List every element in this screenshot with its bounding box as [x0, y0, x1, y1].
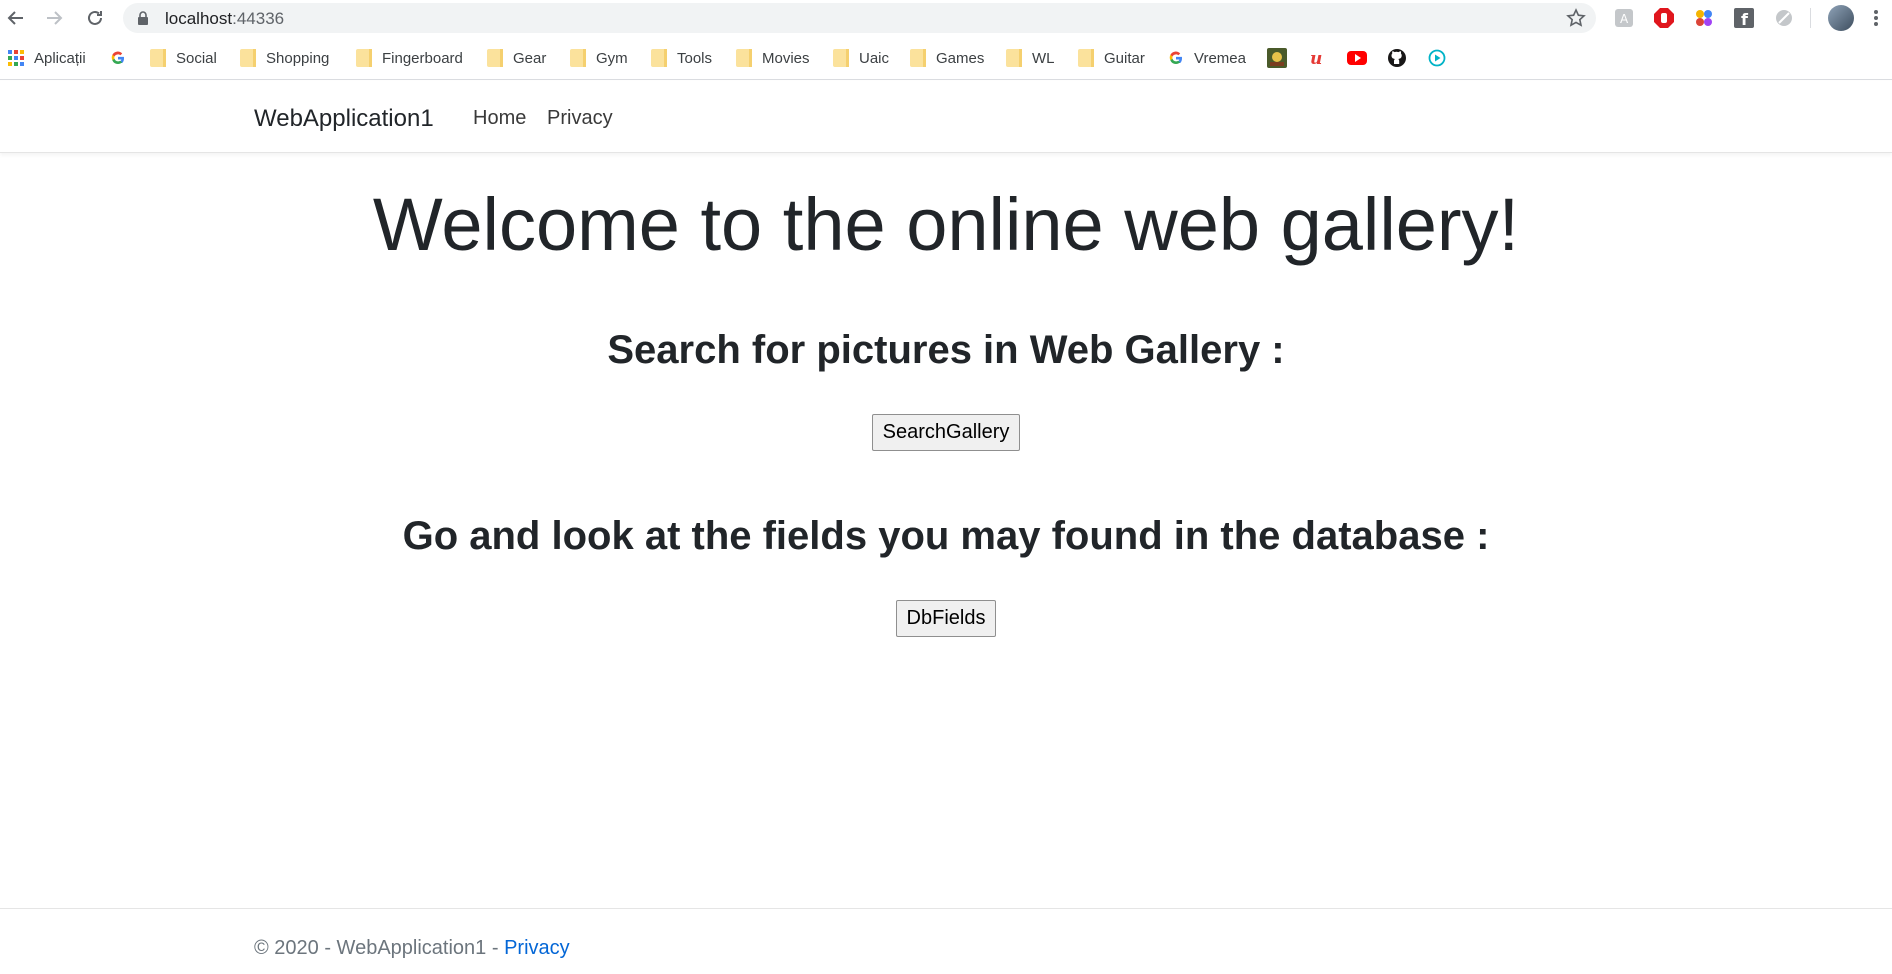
folder-icon [487, 49, 503, 67]
bookmark-label: WL [1032, 49, 1055, 67]
bookmark-folder-wl[interactable]: WL [1006, 46, 1055, 70]
reload-icon[interactable] [83, 6, 107, 30]
folder-icon [833, 49, 849, 67]
bookmark-folder-games[interactable]: Games [910, 46, 984, 70]
bookmark-folder-shopping[interactable]: Shopping [240, 46, 329, 70]
bookmark-github-icon[interactable] [1387, 46, 1407, 70]
folder-icon [910, 49, 926, 67]
bookmark-folder-movies[interactable]: Movies [736, 46, 810, 70]
url-text: localhost:44336 [165, 9, 285, 28]
extension-translate-icon[interactable]: A [1612, 6, 1636, 30]
bookmark-label: Shopping [266, 49, 330, 67]
bookmark-play-icon[interactable] [1428, 46, 1446, 70]
bookmark-folder-guitar[interactable]: Guitar [1078, 46, 1145, 70]
extension-colors-icon[interactable] [1692, 6, 1716, 30]
bookmark-folder-gear[interactable]: Gear [487, 46, 546, 70]
bookmark-folder-gym[interactable]: Gym [570, 46, 628, 70]
footer-text: © 2020 - WebApplication1 - Privacy [254, 937, 570, 960]
search-gallery-button[interactable]: SearchGallery [871, 414, 1021, 451]
menu-dots-icon[interactable] [1870, 6, 1882, 30]
folder-icon [570, 49, 586, 67]
folder-icon [1006, 49, 1022, 67]
bookmark-ultimate-guitar-icon[interactable]: u [1308, 46, 1328, 70]
bookmark-apps[interactable]: Aplicații [8, 46, 86, 70]
folder-icon [240, 49, 256, 67]
profile-avatar[interactable] [1828, 5, 1854, 31]
bookmark-label: Vremea [1194, 49, 1246, 67]
bookmark-label: Movies [762, 49, 810, 67]
back-arrow-icon[interactable] [4, 6, 28, 30]
folder-icon [736, 49, 752, 67]
bookmark-star-icon[interactable] [1566, 8, 1586, 33]
bookmark-label: Social [176, 49, 217, 67]
folder-icon [356, 49, 372, 67]
svg-text:f: f [1741, 10, 1749, 28]
bookmark-game-icon[interactable] [1267, 46, 1287, 70]
bookmarks-bar: Aplicații Social Shopping Fingerboard Ge… [0, 36, 1892, 80]
svg-text:u: u [1310, 49, 1322, 68]
bookmark-label: Uaic [859, 49, 890, 67]
bookmark-label: Tools [677, 49, 713, 67]
bookmark-folder-fingerboard[interactable]: Fingerboard [356, 46, 463, 70]
db-fields-button[interactable]: DbFields [895, 600, 997, 637]
google-icon [1168, 50, 1184, 66]
bookmark-vremea[interactable]: Vremea [1168, 46, 1246, 70]
bookmark-folder-uaic[interactable]: Uaic [833, 46, 889, 70]
svg-text:A: A [1620, 12, 1629, 26]
google-icon [110, 50, 126, 66]
bookmark-youtube-icon[interactable] [1347, 46, 1367, 70]
site-footer: © 2020 - WebApplication1 - Privacy [0, 908, 1892, 974]
page-title: Welcome to the online web gallery! [372, 183, 1520, 266]
toolbar-divider [1810, 8, 1811, 28]
db-fields-heading: Go and look at the fields you may found … [402, 514, 1490, 558]
bookmark-label: Aplicații [34, 49, 86, 67]
folder-icon [651, 49, 667, 67]
bookmark-google[interactable] [110, 46, 136, 70]
forward-arrow-icon[interactable] [42, 6, 66, 30]
bookmark-label: Gym [596, 49, 628, 67]
bookmark-label: Games [936, 49, 985, 67]
folder-icon [1078, 49, 1094, 67]
nav-link-home[interactable]: Home [473, 107, 526, 130]
apps-grid-icon [8, 50, 24, 66]
bookmark-folder-social[interactable]: Social [150, 46, 217, 70]
bookmark-label: Fingerboard [382, 49, 463, 67]
footer-copyright: © 2020 - WebApplication1 - [254, 937, 505, 959]
nav-link-privacy[interactable]: Privacy [547, 107, 613, 130]
folder-icon [150, 49, 166, 67]
search-heading: Search for pictures in Web Gallery : [607, 328, 1285, 372]
site-navbar: WebApplication1 Home Privacy [0, 81, 1892, 153]
bookmark-folder-tools[interactable]: Tools [651, 46, 712, 70]
extension-facebook-icon[interactable]: f [1732, 6, 1756, 30]
bookmark-label: Gear [513, 49, 547, 67]
browser-toolbar: localhost:44336 A f [0, 0, 1892, 36]
lock-icon [137, 11, 149, 30]
address-bar[interactable]: localhost:44336 [123, 3, 1596, 33]
extension-disabled-icon[interactable] [1772, 6, 1796, 30]
extension-adblock-icon[interactable] [1652, 6, 1676, 30]
site-brand[interactable]: WebApplication1 [254, 105, 434, 133]
bookmark-label: Guitar [1104, 49, 1145, 67]
footer-privacy-link[interactable]: Privacy [504, 937, 570, 959]
